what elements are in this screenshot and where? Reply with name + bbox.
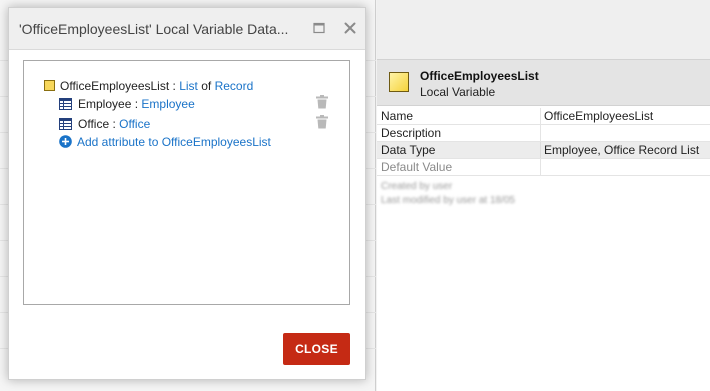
maximize-icon[interactable]	[311, 20, 327, 36]
attribute-type-link[interactable]: Employee	[141, 97, 194, 111]
close-button[interactable]: CLOSE	[283, 333, 350, 365]
property-value-default-value[interactable]	[541, 159, 710, 175]
trash-icon[interactable]	[316, 115, 328, 129]
attribute-sep: :	[131, 97, 142, 111]
meta-created: Created by user	[381, 181, 453, 192]
property-row-data-type[interactable]: Data Type Employee, Office Record List	[377, 142, 710, 159]
property-key: Data Type	[377, 142, 541, 158]
add-attribute-link[interactable]: Add attribute to OfficeEmployeesList	[77, 135, 271, 149]
dialog-title: 'OfficeEmployeesList' Local Variable Dat…	[19, 21, 289, 37]
dialog-titlebar[interactable]: 'OfficeEmployeesList' Local Variable Dat…	[9, 8, 365, 50]
plus-circle-icon	[59, 135, 72, 148]
local-variable-data-dialog: 'OfficeEmployeesList' Local Variable Dat…	[8, 7, 366, 380]
root-sep: :	[169, 79, 180, 93]
properties-table: Name OfficeEmployeesList Description Dat…	[377, 108, 710, 176]
property-value-data-type[interactable]: Employee, Office Record List	[541, 142, 710, 158]
record-variable-icon	[44, 80, 55, 91]
property-key: Description	[377, 125, 541, 141]
root-name: OfficeEmployeesList	[60, 79, 170, 93]
add-attribute-row[interactable]: Add attribute to OfficeEmployeesList	[59, 133, 271, 151]
tree-root-row[interactable]: OfficeEmployeesList : List of Record	[44, 77, 253, 95]
properties-title: OfficeEmployeesList	[420, 69, 539, 83]
entity-grid-icon	[59, 118, 72, 130]
record-type-link[interactable]: Record	[215, 79, 254, 93]
meta-modified: Last modified by user at 18/05	[381, 195, 515, 206]
entity-grid-icon	[59, 98, 72, 110]
properties-toolbar-area	[377, 0, 710, 59]
attribute-row-employee[interactable]: Employee : Employee	[59, 95, 195, 113]
properties-meta: Created by user Last modified by user at…	[381, 180, 515, 208]
trash-icon[interactable]	[316, 95, 328, 109]
attribute-type-link[interactable]: Office	[119, 117, 150, 131]
property-value-name[interactable]: OfficeEmployeesList	[541, 108, 710, 124]
properties-header: OfficeEmployeesList Local Variable	[377, 59, 710, 106]
structure-tree: OfficeEmployeesList : List of Record Emp…	[23, 60, 350, 305]
attribute-name: Employee	[78, 97, 132, 111]
list-type-link[interactable]: List	[179, 79, 198, 93]
close-icon[interactable]	[342, 20, 358, 36]
property-row-description[interactable]: Description	[377, 125, 710, 142]
attribute-name: Office	[78, 117, 110, 131]
of-label: of	[197, 79, 215, 93]
attribute-sep: :	[109, 117, 120, 131]
attribute-row-office[interactable]: Office : Office	[59, 115, 150, 133]
property-key: Name	[377, 108, 541, 124]
properties-subtitle: Local Variable	[420, 85, 496, 99]
properties-panel: OfficeEmployeesList Local Variable Name …	[377, 0, 710, 391]
local-variable-icon	[389, 72, 409, 92]
property-row-default-value[interactable]: Default Value	[377, 159, 710, 176]
property-row-name[interactable]: Name OfficeEmployeesList	[377, 108, 710, 125]
property-value-description[interactable]	[541, 125, 710, 141]
property-key: Default Value	[377, 159, 541, 175]
